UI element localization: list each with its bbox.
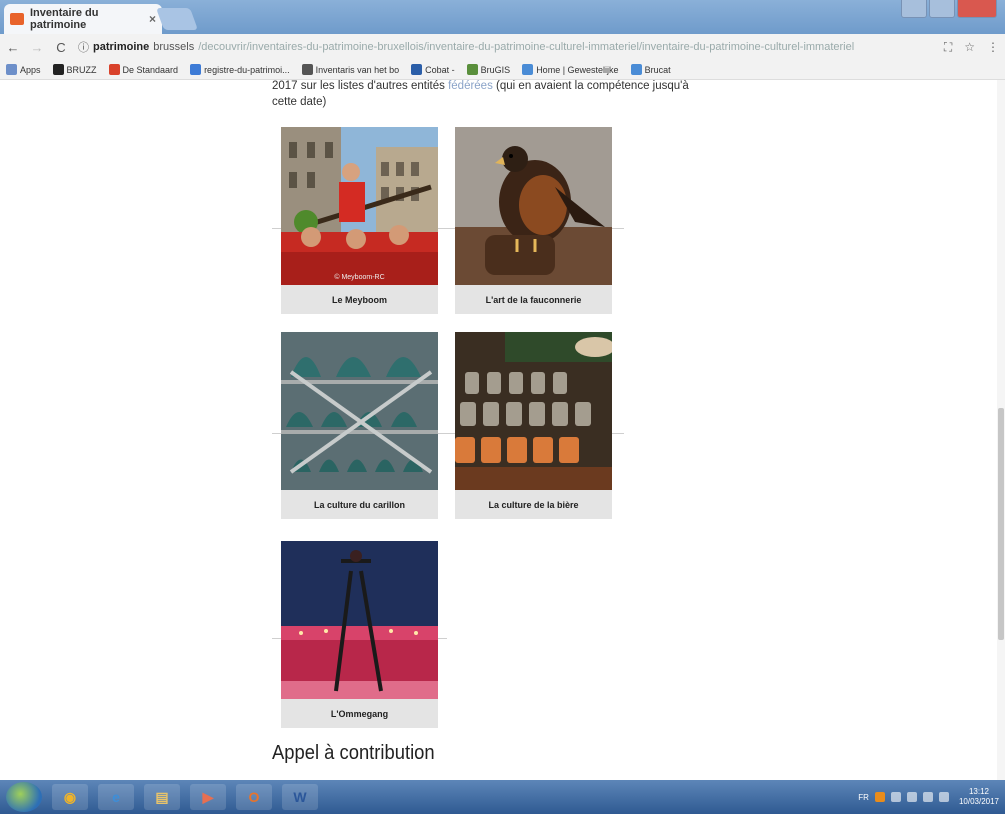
heritage-card-fauconnerie[interactable]: L'art de la fauconnerie [455, 127, 612, 314]
cloud-icon [630, 64, 642, 75]
bookmark-item[interactable]: BRUZZ [52, 64, 97, 75]
bookmark-item[interactable]: registre-du-patrimoi... [190, 64, 290, 75]
bookmarks-bar: Apps BRUZZ De Standaard registre-du-patrimo… [0, 60, 1005, 80]
language-indicator[interactable]: FR [858, 793, 869, 802]
minimize-button[interactable] [901, 0, 927, 18]
clock-date: 10/03/2017 [958, 797, 999, 806]
cloud-icon [522, 64, 534, 75]
meyboom-photo: © Meyboom-RC [281, 127, 438, 285]
reload-icon[interactable]: C [54, 40, 68, 55]
bookmark-item[interactable]: Inventaris van het bo [301, 64, 400, 75]
heritage-card-biere[interactable]: La culture de la bière [455, 332, 612, 519]
window-titlebar: Inventaire du patrimoine × [0, 0, 1005, 34]
bookmark-label: Home | Gewestelijke [536, 64, 619, 75]
bookmark-star-icon[interactable]: ☆ [964, 40, 975, 55]
bookmark-item[interactable]: Apps [6, 64, 41, 75]
apps-grid-icon [6, 64, 17, 75]
heritage-card-meyboom[interactable]: © Meyboom-RC Le Meyboom [281, 127, 438, 314]
cobat-icon [411, 64, 423, 75]
globe-icon [190, 64, 202, 75]
intro-text-rest: (qui en avaient la compétence jusqu'à [496, 80, 689, 92]
site-favicon-icon [10, 13, 24, 25]
intro-text: 2017 sur les listes d'autres entités [272, 80, 445, 92]
start-button[interactable] [6, 782, 42, 812]
taskbar-app-word-icon[interactable]: W [282, 784, 318, 810]
tray-app-icon[interactable] [922, 792, 933, 802]
network-icon[interactable] [906, 792, 917, 802]
taskbar-app-media-player-icon[interactable]: ▶ [190, 784, 226, 810]
system-tray: FR 13:12 10/03/2017 [858, 787, 1005, 807]
url-domain: patrimoine [93, 41, 150, 53]
bookmark-label: BRUZZ [66, 64, 97, 75]
windows-taskbar: ◉ e ▤ ▶ O W FR 13:12 10/03/2017 [0, 780, 1005, 814]
translate-icon[interactable]: ⛶ [944, 40, 952, 55]
tray-app-icon[interactable] [874, 792, 885, 802]
intro-text-line2: cette date) [272, 96, 327, 108]
card-caption[interactable]: La culture du carillon [281, 490, 438, 519]
card-caption[interactable]: Le Meyboom [281, 285, 438, 314]
taskbar-app-chrome-icon[interactable]: ◉ [52, 784, 88, 810]
tray-app-icon[interactable] [890, 792, 901, 802]
bookmark-item[interactable]: Brucat [630, 64, 671, 75]
browser-menu-icon[interactable]: ⋮ [987, 40, 999, 55]
beer-photo [455, 332, 612, 490]
taskbar-clock[interactable]: 13:12 10/03/2017 [959, 787, 999, 807]
federated-entities-link[interactable]: fédérées [448, 80, 493, 92]
url-path: /decouvrir/inventaires-du-patrimoine-bru… [198, 41, 855, 53]
window-controls [901, 0, 997, 18]
bookmark-item[interactable]: Home | Gewestelijke [522, 64, 619, 75]
tab-close-icon[interactable]: × [149, 12, 156, 26]
bookmark-label: Brucat [644, 64, 671, 75]
bookmark-label: Apps [20, 64, 41, 75]
ommegang-photo [281, 541, 438, 699]
card-caption[interactable]: La culture de la bière [455, 490, 612, 519]
bookmark-item[interactable]: De Standaard [108, 64, 179, 75]
building-icon [301, 64, 313, 75]
tab-title: Inventaire du patrimoine [30, 7, 99, 31]
volume-icon[interactable] [938, 792, 949, 802]
bookmark-label: Inventaris van het bo [315, 64, 400, 75]
url-domain-suffix: brussels [153, 41, 195, 53]
photo-credit: © Meyboom-RC [334, 274, 385, 281]
bruzz-icon [52, 64, 64, 75]
new-tab-button[interactable] [155, 8, 199, 30]
taskbar-app-internet-explorer-icon[interactable]: e [98, 784, 134, 810]
carillon-photo [281, 332, 438, 490]
intro-paragraph: 2017 sur les listes d'autres entités féd… [272, 78, 712, 110]
bookmark-label: registre-du-patrimoi... [204, 64, 290, 75]
browser-toolbar: ← → C ⓘ patrimoine brussels /decouvrir/i… [0, 34, 1005, 60]
window-close-button[interactable] [957, 0, 997, 18]
maximize-button[interactable] [929, 0, 955, 18]
address-bar[interactable]: ⓘ patrimoine brussels /decouvrir/inventa… [78, 37, 934, 57]
bookmark-item[interactable]: BruGIS [466, 64, 511, 75]
card-caption[interactable]: L'art de la fauconnerie [455, 285, 612, 314]
heritage-card-carillon[interactable]: La culture du carillon [281, 332, 438, 519]
bookmark-label: BruGIS [480, 64, 511, 75]
scrollbar-thumb[interactable] [998, 408, 1004, 640]
forward-arrow-icon[interactable]: → [30, 40, 44, 55]
bookmark-item[interactable]: Cobat - [411, 64, 455, 75]
card-caption[interactable]: L'Ommegang [281, 699, 438, 728]
taskbar-app-file-explorer-icon[interactable]: ▤ [144, 784, 180, 810]
tab-inventaire[interactable]: Inventaire du patrimoine × [4, 4, 162, 34]
section-heading: Appel à contribution [272, 742, 435, 764]
map-icon [466, 64, 478, 75]
falcon-photo [455, 127, 612, 285]
clock-time: 13:12 [968, 787, 989, 796]
bookmark-label: Cobat - [425, 64, 455, 75]
bookmark-label: De Standaard [122, 64, 179, 75]
destandaard-icon [108, 64, 120, 75]
page-info-icon[interactable]: ⓘ [78, 39, 89, 55]
heritage-card-ommegang[interactable]: L'Ommegang [281, 541, 438, 728]
back-arrow-icon[interactable]: ← [6, 40, 20, 55]
taskbar-app-outlook-icon[interactable]: O [236, 784, 272, 810]
